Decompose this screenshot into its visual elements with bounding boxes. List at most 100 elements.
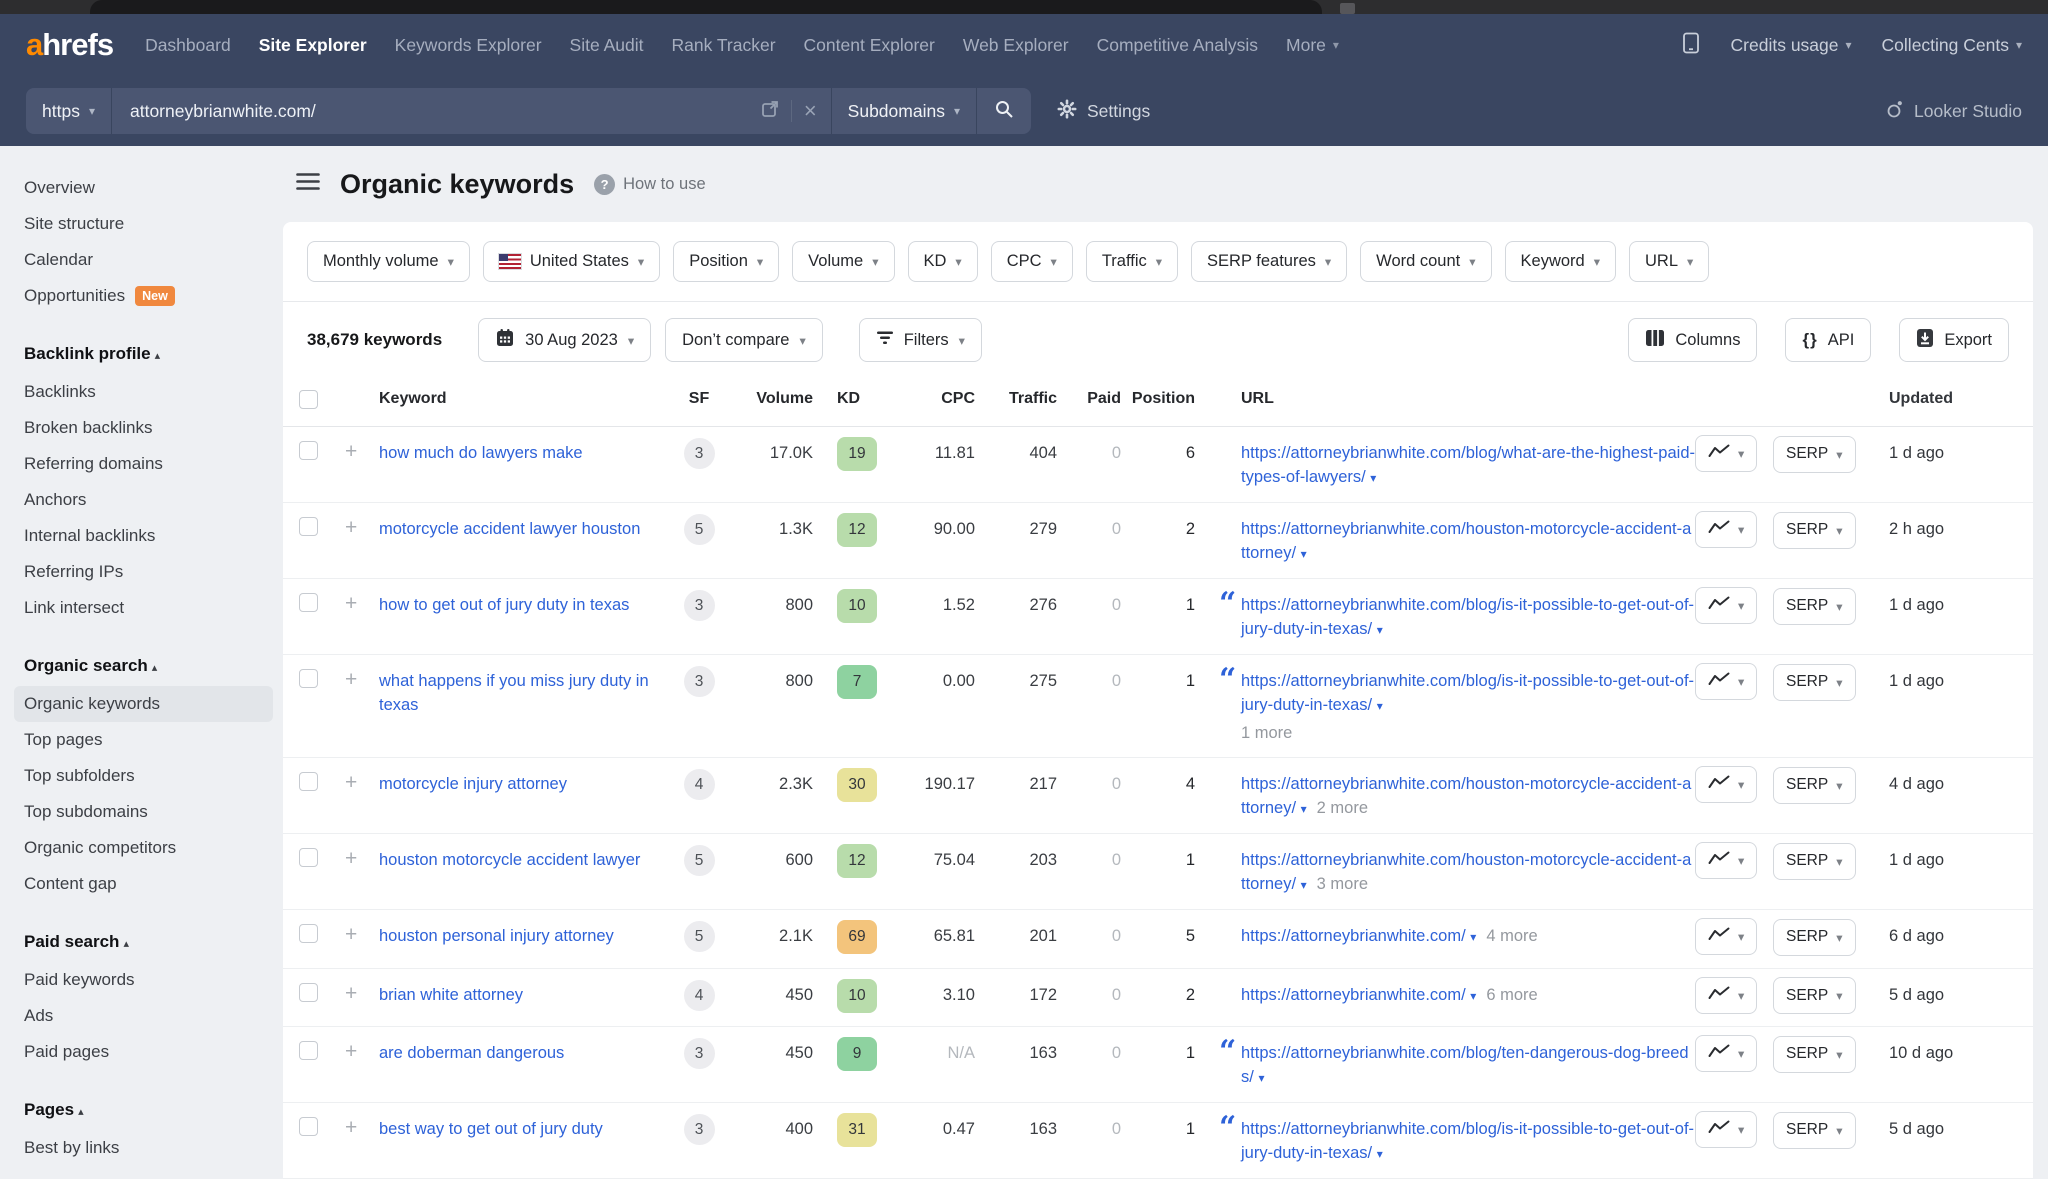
filter-volume[interactable]: Volume▾ xyxy=(792,241,894,282)
chevron-down-icon[interactable]: ▾ xyxy=(1370,471,1376,485)
add-keyword-icon[interactable]: + xyxy=(345,669,379,691)
browser-tab[interactable] xyxy=(90,0,1322,14)
serp-features-count[interactable]: 3 xyxy=(684,590,715,621)
add-keyword-icon[interactable]: + xyxy=(345,593,379,615)
ahrefs-logo[interactable]: ahrefs xyxy=(26,27,113,63)
nav-item-collecting-cents[interactable]: Collecting Cents▾ xyxy=(1882,35,2022,56)
header-updated[interactable]: Updated xyxy=(1873,390,2033,408)
filter-word-count[interactable]: Word count▾ xyxy=(1360,241,1491,282)
serp-button[interactable]: SERP▾ xyxy=(1773,843,1856,880)
serp-button[interactable]: SERP▾ xyxy=(1773,512,1856,549)
chevron-down-icon[interactable]: ▾ xyxy=(1377,699,1383,713)
browser-window-button[interactable] xyxy=(1340,3,1355,14)
filter-position[interactable]: Position▾ xyxy=(673,241,779,282)
sidebar-item-anchors[interactable]: Anchors xyxy=(14,482,273,518)
chevron-down-icon[interactable]: ▾ xyxy=(1377,1147,1383,1161)
row-checkbox[interactable] xyxy=(299,1117,318,1136)
position-history-button[interactable]: ▾ xyxy=(1695,1111,1757,1148)
filter-url[interactable]: URL▾ xyxy=(1629,241,1709,282)
how-to-use-link[interactable]: ? How to use xyxy=(594,174,706,195)
nav-item-content-explorer[interactable]: Content Explorer xyxy=(804,35,935,56)
nav-item-dashboard[interactable]: Dashboard xyxy=(145,35,231,56)
serp-button[interactable]: SERP▾ xyxy=(1773,436,1856,473)
serp-button[interactable]: SERP▾ xyxy=(1773,1036,1856,1073)
sidebar-item-content-gap[interactable]: Content gap xyxy=(14,866,273,902)
sidebar-section-pages[interactable]: Pages▴ xyxy=(14,1092,273,1130)
nav-item-site-audit[interactable]: Site Audit xyxy=(570,35,644,56)
row-checkbox[interactable] xyxy=(299,669,318,688)
sidebar-item-top-subfolders[interactable]: Top subfolders xyxy=(14,758,273,794)
url-link[interactable]: https://attorneybrianwhite.com/blog/what… xyxy=(1241,444,1695,486)
serp-button[interactable]: SERP▾ xyxy=(1773,664,1856,701)
row-checkbox[interactable] xyxy=(299,517,318,536)
header-volume[interactable]: Volume xyxy=(727,390,813,408)
sidebar-item-referring-ips[interactable]: Referring IPs xyxy=(14,554,273,590)
url-link[interactable]: https://attorneybrianwhite.com/ ▾ xyxy=(1241,927,1476,945)
sidebar-item-backlinks[interactable]: Backlinks xyxy=(14,374,273,410)
clear-icon[interactable]: × xyxy=(804,100,817,122)
position-history-button[interactable]: ▾ xyxy=(1695,977,1757,1014)
header-cpc[interactable]: CPC xyxy=(883,390,975,408)
serp-features-count[interactable]: 5 xyxy=(684,921,715,952)
row-checkbox[interactable] xyxy=(299,983,318,1002)
sidebar-item-best-by-links[interactable]: Best by links xyxy=(14,1130,273,1166)
header-url[interactable]: URL xyxy=(1195,390,1695,408)
keyword-link[interactable]: motorcycle accident lawyer houston xyxy=(379,517,640,541)
nav-item-rank-tracker[interactable]: Rank Tracker xyxy=(671,35,775,56)
filter-united-states[interactable]: United States▾ xyxy=(483,241,660,282)
serp-button[interactable]: SERP▾ xyxy=(1773,588,1856,625)
header-kd[interactable]: KD xyxy=(813,390,883,408)
header-keyword[interactable]: Keyword xyxy=(379,390,671,408)
device-icon[interactable] xyxy=(1681,32,1701,59)
url-more-link[interactable]: 3 more xyxy=(1317,875,1368,893)
api-button[interactable]: {} API xyxy=(1785,318,1871,362)
header-traffic[interactable]: Traffic xyxy=(975,390,1057,408)
row-checkbox[interactable] xyxy=(299,441,318,460)
settings-button[interactable]: Settings xyxy=(1057,99,1150,124)
sidebar-item-referring-domains[interactable]: Referring domains xyxy=(14,446,273,482)
serp-features-count[interactable]: 5 xyxy=(684,514,715,545)
open-link-icon[interactable] xyxy=(761,100,779,123)
select-all-checkbox[interactable] xyxy=(299,390,318,409)
filter-monthly-volume[interactable]: Monthly volume▾ xyxy=(307,241,470,282)
position-history-button[interactable]: ▾ xyxy=(1695,918,1757,955)
columns-button[interactable]: Columns xyxy=(1628,318,1757,362)
sidebar-section-backlink-profile[interactable]: Backlink profile▴ xyxy=(14,336,273,374)
sidebar-item-organic-competitors[interactable]: Organic competitors xyxy=(14,830,273,866)
serp-features-count[interactable]: 3 xyxy=(684,1114,715,1145)
keyword-link[interactable]: are doberman dangerous xyxy=(379,1041,564,1065)
serp-button[interactable]: SERP▾ xyxy=(1773,1112,1856,1149)
filter-serp-features[interactable]: SERP features▾ xyxy=(1191,241,1347,282)
chevron-down-icon[interactable]: ▾ xyxy=(1377,623,1383,637)
sidebar-item-overview[interactable]: Overview xyxy=(14,170,273,206)
position-history-button[interactable]: ▾ xyxy=(1695,1035,1757,1072)
position-history-button[interactable]: ▾ xyxy=(1695,511,1757,548)
sidebar-item-internal-backlinks[interactable]: Internal backlinks xyxy=(14,518,273,554)
sidebar-item-top-pages[interactable]: Top pages xyxy=(14,722,273,758)
keyword-link[interactable]: how much do lawyers make xyxy=(379,441,583,465)
keyword-link[interactable]: houston motorcycle accident lawyer xyxy=(379,848,640,872)
url-link[interactable]: https://attorneybrianwhite.com/blog/is-i… xyxy=(1241,1120,1694,1162)
sidebar-item-organic-keywords[interactable]: Organic keywords xyxy=(14,686,273,722)
filter-keyword[interactable]: Keyword▾ xyxy=(1505,241,1616,282)
protocol-dropdown[interactable]: https ▾ xyxy=(26,88,112,134)
url-more-link[interactable]: 4 more xyxy=(1486,927,1537,945)
sidebar-item-top-subdomains[interactable]: Top subdomains xyxy=(14,794,273,830)
url-link[interactable]: https://attorneybrianwhite.com/blog/ten-… xyxy=(1241,1044,1689,1086)
add-keyword-icon[interactable]: + xyxy=(345,772,379,794)
position-history-button[interactable]: ▾ xyxy=(1695,663,1757,700)
url-link[interactable]: https://attorneybrianwhite.com/ ▾ xyxy=(1241,986,1476,1004)
serp-features-count[interactable]: 4 xyxy=(684,980,715,1011)
row-checkbox[interactable] xyxy=(299,772,318,791)
sidebar-item-paid-pages[interactable]: Paid pages xyxy=(14,1034,273,1070)
url-more-link[interactable]: 2 more xyxy=(1317,799,1368,817)
add-keyword-icon[interactable]: + xyxy=(345,983,379,1005)
keyword-link[interactable]: how to get out of jury duty in texas xyxy=(379,593,629,617)
sidebar-item-paid-keywords[interactable]: Paid keywords xyxy=(14,962,273,998)
add-keyword-icon[interactable]: + xyxy=(345,441,379,463)
serp-features-count[interactable]: 3 xyxy=(684,666,715,697)
keyword-link[interactable]: houston personal injury attorney xyxy=(379,924,614,948)
export-button[interactable]: Export xyxy=(1899,318,2009,362)
position-history-button[interactable]: ▾ xyxy=(1695,435,1757,472)
chevron-down-icon[interactable]: ▾ xyxy=(1470,930,1476,944)
